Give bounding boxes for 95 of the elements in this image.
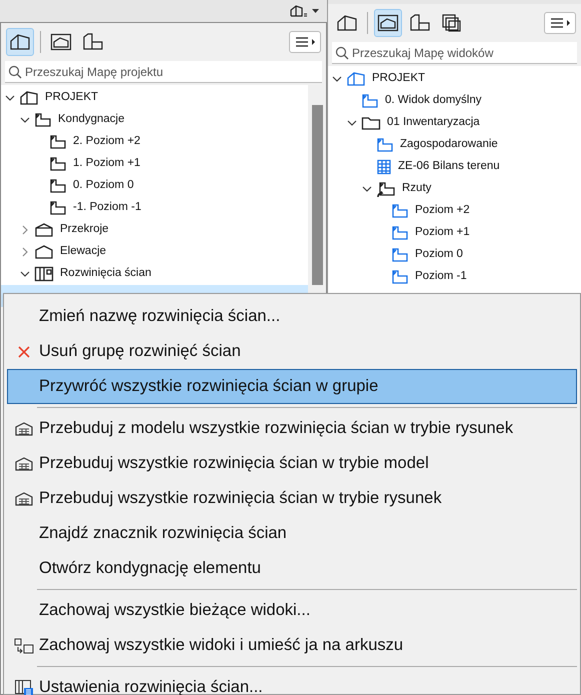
chevron-down-icon[interactable] — [20, 115, 30, 125]
tree-item-label: Poziom 0 — [415, 247, 463, 262]
tree-item[interactable]: 1. Poziom +1 — [1, 153, 308, 175]
tree-item[interactable]: Poziom -1 — [328, 266, 581, 288]
floor-plan-icon — [391, 269, 409, 285]
menu-item[interactable]: Przywróć wszystkie rozwinięcia ścian w grupie — [7, 369, 577, 404]
menu-item[interactable]: Zachowaj wszystkie bieżące widoki... — [7, 593, 577, 628]
tree-item-label: ZE-06 Bilans terenu — [398, 159, 500, 174]
floor-plan-icon — [391, 247, 409, 263]
menu-item[interactable]: Przebuduj z modelu wszystkie rozwinięcia ścian w trybie rysunek — [7, 411, 577, 446]
tree-item[interactable]: ZE-06 Bilans terenu — [328, 156, 581, 178]
tree-item[interactable]: Rzuty — [328, 178, 581, 200]
scrollbar-thumb[interactable] — [312, 105, 322, 285]
menu-item[interactable]: Przebuduj wszystkie rozwinięcia ścian w trybie model — [7, 446, 577, 481]
menu-item[interactable]: Otwórz kondygnację elementu — [7, 551, 577, 586]
building-icon — [14, 420, 34, 436]
search-icon — [335, 46, 349, 60]
menu-item[interactable]: Przebuduj wszystkie rozwinięcia ścian w trybie rysunek — [7, 481, 577, 516]
tree-item[interactable]: Poziom +2 — [328, 200, 581, 222]
views-to-sheet-icon — [14, 638, 34, 654]
tree-item-label: Zagospodarowanie — [400, 137, 498, 152]
wall-layout-icon — [34, 266, 54, 282]
tree-item-label: Kondygnacje — [58, 112, 124, 128]
floor-plan-icon — [34, 112, 52, 128]
floor-plan-icon — [49, 178, 67, 194]
tree-item-label: Rozwinięcia ścian — [60, 266, 152, 282]
tree-item[interactable]: Przekroje — [1, 219, 308, 241]
view-tab[interactable] — [374, 9, 402, 37]
tree-item[interactable]: Poziom +1 — [328, 222, 581, 244]
floor-plan-icon — [391, 203, 409, 219]
tree-item-label: Poziom +1 — [415, 225, 470, 240]
floor-plan-icon — [376, 180, 396, 198]
tree-item[interactable]: 2. Poziom +2 — [1, 131, 308, 153]
menu-button[interactable] — [544, 12, 576, 34]
close-icon — [16, 344, 30, 358]
chevron-down-icon[interactable] — [362, 184, 372, 194]
floor-plan-icon — [361, 93, 379, 109]
tree-item-label: 01 Inwentaryzacja — [387, 115, 480, 130]
search-field[interactable]: Przeszukaj Mapę projektu — [5, 61, 322, 83]
section-icon — [34, 222, 54, 238]
project-map-tab[interactable] — [6, 28, 34, 56]
floor-plan-icon — [391, 225, 409, 241]
menu-item[interactable]: Znajdź znacznik rozwinięcia ścian — [7, 516, 577, 551]
view-options-icon[interactable] — [289, 4, 319, 18]
tree-item[interactable]: Poziom 0 — [328, 244, 581, 266]
tree-item-label: 0. Poziom 0 — [73, 178, 134, 194]
search-icon — [8, 64, 22, 78]
tree-item-label: Przekroje — [60, 222, 109, 238]
tree-item-label: Elewacje — [60, 244, 106, 260]
menu-item[interactable]: Zmień nazwę rozwinięcia ścian... — [7, 299, 577, 334]
tree-item[interactable]: Elewacje — [1, 241, 308, 263]
search-input[interactable]: Przeszukaj Mapę projektu — [25, 62, 319, 80]
tree-item[interactable]: 01 Inwentaryzacja — [328, 112, 581, 134]
tree-item-label: 2. Poziom +2 — [73, 134, 140, 150]
tree-item[interactable]: Zagospodarowanie — [328, 134, 581, 156]
tree-item-label: Rzuty — [402, 181, 432, 196]
floor-plan-icon — [49, 134, 67, 150]
floor-plan-icon — [49, 156, 67, 172]
tree-item-label: PROJEKT — [45, 90, 98, 106]
menu-item[interactable]: Zachowaj wszystkie widoki i umieść ja na arkuszu — [7, 628, 577, 663]
elevation-icon — [34, 244, 54, 260]
building-icon — [14, 456, 34, 472]
tree-item[interactable]: 0. Widok domyślny — [328, 90, 581, 112]
tree-item[interactable]: -1. Poziom -1 — [1, 197, 308, 219]
tree-item-label: Poziom -1 — [415, 269, 467, 284]
tree-item-label: 1. Poziom +1 — [73, 156, 140, 172]
search-input[interactable]: Przeszukaj Mapę widoków — [352, 44, 574, 62]
chevron-right-icon[interactable] — [20, 225, 30, 235]
menu-icon — [549, 17, 571, 29]
tree-item[interactable]: PROJEKT — [1, 87, 308, 109]
chevron-down-icon[interactable] — [332, 74, 342, 84]
search-field[interactable]: Przeszukaj Mapę widoków — [332, 42, 577, 64]
tree-item[interactable]: Kondygnacje — [1, 109, 308, 131]
tree-item[interactable]: 0. Poziom 0 — [1, 175, 308, 197]
tree-item-label: 0. Widok domyślny — [385, 93, 482, 108]
floor-plan-icon — [49, 200, 67, 216]
chevron-down-icon[interactable] — [5, 93, 15, 103]
menu-icon — [294, 36, 316, 48]
house-icon — [346, 71, 366, 87]
grid-icon — [376, 159, 392, 175]
chevron-down-icon[interactable] — [347, 118, 357, 128]
tree-item-label: -1. Poziom -1 — [73, 200, 142, 216]
wall-layout-settings-icon — [14, 678, 34, 695]
building-icon — [14, 490, 34, 506]
house-icon — [19, 90, 39, 106]
chevron-right-icon[interactable] — [20, 247, 30, 257]
floor-plan-icon — [376, 137, 394, 153]
tree-item[interactable]: PROJEKT — [328, 68, 581, 90]
chevron-down-icon[interactable] — [20, 269, 30, 279]
tree-item[interactable]: Rozwinięcia ścian — [1, 263, 308, 285]
tree-item-label: Poziom +2 — [415, 203, 470, 218]
menu-button[interactable] — [289, 31, 321, 53]
tree-item-label: PROJEKT — [372, 71, 426, 86]
menu-item[interactable]: Usuń grupę rozwinięć ścian — [7, 334, 577, 369]
folder-icon — [361, 115, 381, 131]
